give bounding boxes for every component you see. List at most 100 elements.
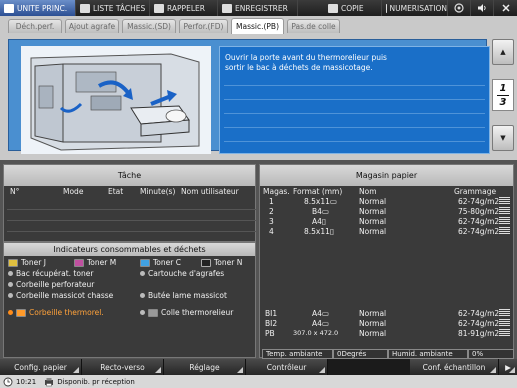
paper-tray-row[interactable]: BI2 A4▭ Normal 62-74g/m2 [260,319,513,329]
paper-tray-row[interactable]: PB 307.0 x 472.0 Normal 81-91g/m2 [260,329,513,339]
power-icon [454,3,464,13]
page-navigator: ▲ 1 3 ▼ [492,39,514,151]
top-tab-bar: UNITE PRINC. LISTE TÂCHES RAPPELER ENREG… [0,0,517,16]
paper-tray-row[interactable]: 4 8.5x11▯ Normal 62-74g/m2 [260,227,513,237]
paper-tray-row[interactable]: BI1 A4▭ Normal 62-74g/m2 [260,309,513,319]
tab-trimmer-pb[interactable]: Massic.(PB) [231,18,284,34]
job-col-mode: Mode [63,187,84,196]
supply-toner-yellow: Toner J [8,257,46,268]
paper-tray-row[interactable]: 1 8.5x11▭ Normal 62-74g/m2 [260,197,513,207]
triangle-down-icon: ▼ [500,134,506,142]
job-panel: Tâche N° Mode Etat Minute(s) Nom utilisa… [3,164,256,242]
copy-icon [328,3,338,13]
volume-icon [478,4,486,12]
message-rule [224,99,485,100]
tab-punch-waste[interactable]: Déch.perf. [8,19,62,33]
toner-cyan-icon [140,258,150,267]
ambient-info: Temp. ambiante 0Degrés Humid. ambiante 0… [262,349,514,359]
recall-icon [154,3,164,13]
job-row[interactable] [7,210,256,221]
paper-level-icon [499,329,510,337]
volume-button[interactable] [471,0,494,16]
message-rule [224,141,485,142]
printer-icon [45,377,54,386]
status-dot-icon [8,293,13,298]
ambient-temp-value: 0Degrés [333,349,388,359]
job-row[interactable] [7,221,256,232]
message-rule [224,127,485,128]
ambient-humidity-label: Humid. ambiante [388,349,468,359]
waste-subtabs: Déch.perf. Ajout agrafe Massic.(SD) Perf… [0,16,517,34]
ambient-temp-label: Temp. ambiante [262,349,333,359]
tab-job-list[interactable]: LISTE TÂCHES [76,0,150,16]
tab-copy[interactable]: COPIE [298,0,382,16]
page-separator [497,94,509,96]
supply-toner-cyan: Toner C [140,257,181,268]
lower-area: Tâche N° Mode Etat Minute(s) Nom utilisa… [0,160,517,360]
job-col-status: Etat [108,187,124,196]
supply-toner-black: Toner N [201,257,242,268]
supply-waste-toner: Bac récupérat. toner [8,268,93,279]
paper-level-icon [499,217,510,225]
ambient-humidity-value: 0% [468,349,514,359]
supply-binder-waste: Corbeille thermorel. [8,307,104,318]
tab-punch-fd[interactable]: Perfor.(FD) [179,19,228,33]
tab-scan[interactable]: NUMERISATION [382,0,448,16]
toner-magenta-icon [74,258,84,267]
footer-next-button[interactable]: ▶ [499,359,517,375]
message-rule [224,113,485,114]
save-icon [222,3,232,13]
staple-icon [140,271,145,276]
footer-spacer [328,359,410,375]
total-pages: 3 [499,96,507,108]
supply-blade-stopper: Butée lame massicot [140,290,227,301]
paper-level-icon [499,319,510,327]
tab-trimmer-sd[interactable]: Massic.(SD) [122,19,176,33]
tab-recall[interactable]: RAPPELER [150,0,218,16]
message-panel: Ouvrir la porte avant du thermorelieur p… [0,34,517,160]
job-row[interactable] [7,199,256,210]
job-panel-title: Tâche [4,165,255,186]
scan-icon [386,3,387,13]
supplies-panel-title: Indicateurs consommables et déchets [4,243,255,256]
duplex-button[interactable]: Recto-verso [82,359,164,375]
toner-black-icon [201,258,211,267]
page-down-button[interactable]: ▼ [492,125,514,151]
clock-icon [3,377,13,386]
paper-level-icon [499,227,510,235]
status-dot-icon [140,293,145,298]
message-line-1: Ouvrir la porte avant du thermorelieur p… [225,53,387,62]
exit-button[interactable] [494,0,517,16]
controller-button[interactable]: Contrôleur [246,359,328,375]
paper-panel: Magasin papier Magas. Format (mm) Nom Gr… [259,164,514,358]
triangle-up-icon: ▲ [500,48,506,56]
job-col-user: Nom utilisateur [181,187,239,196]
job-col-minutes: Minute(s) [140,187,176,196]
job-col-number: N° [10,187,20,196]
current-page: 1 [499,82,507,94]
paper-setting-button[interactable]: Config. papier [0,359,82,375]
tab-add-staples[interactable]: Ajout agrafe [65,19,119,33]
paper-tray-row[interactable]: 2 B4▭ Normal 75-80g/m2 [260,207,513,217]
paper-level-icon [499,207,510,215]
message-frame: Ouvrir la porte avant du thermorelieur p… [8,39,490,154]
adjustment-button[interactable]: Réglage [164,359,246,375]
status-message: Disponib. pr réception [57,377,135,386]
paper-tray-row[interactable]: 3 A4▯ Normal 62-74g/m2 [260,217,513,227]
page-indicator: 1 3 [492,79,514,111]
page-up-button[interactable]: ▲ [492,39,514,65]
exit-icon [501,4,510,12]
tab-store[interactable]: ENREGISTRER [218,0,298,16]
punch-icon [8,282,13,287]
supply-trimmer-bin: Corbeille massicot chasse [8,290,113,301]
toner-yellow-icon [8,258,18,267]
message-text-box: Ouvrir la porte avant du thermorelieur p… [219,46,490,154]
power-button[interactable] [448,0,471,16]
tab-main-unit[interactable]: UNITE PRINC. [0,0,76,16]
tab-no-glue[interactable]: Pas.de colle [287,19,340,33]
supply-toner-magenta: Toner M [74,257,116,268]
paper-level-icon [499,309,510,317]
sample-setting-button[interactable]: Conf. échantillon [410,359,499,375]
list-icon [80,3,90,13]
binder-illustration [21,46,211,154]
